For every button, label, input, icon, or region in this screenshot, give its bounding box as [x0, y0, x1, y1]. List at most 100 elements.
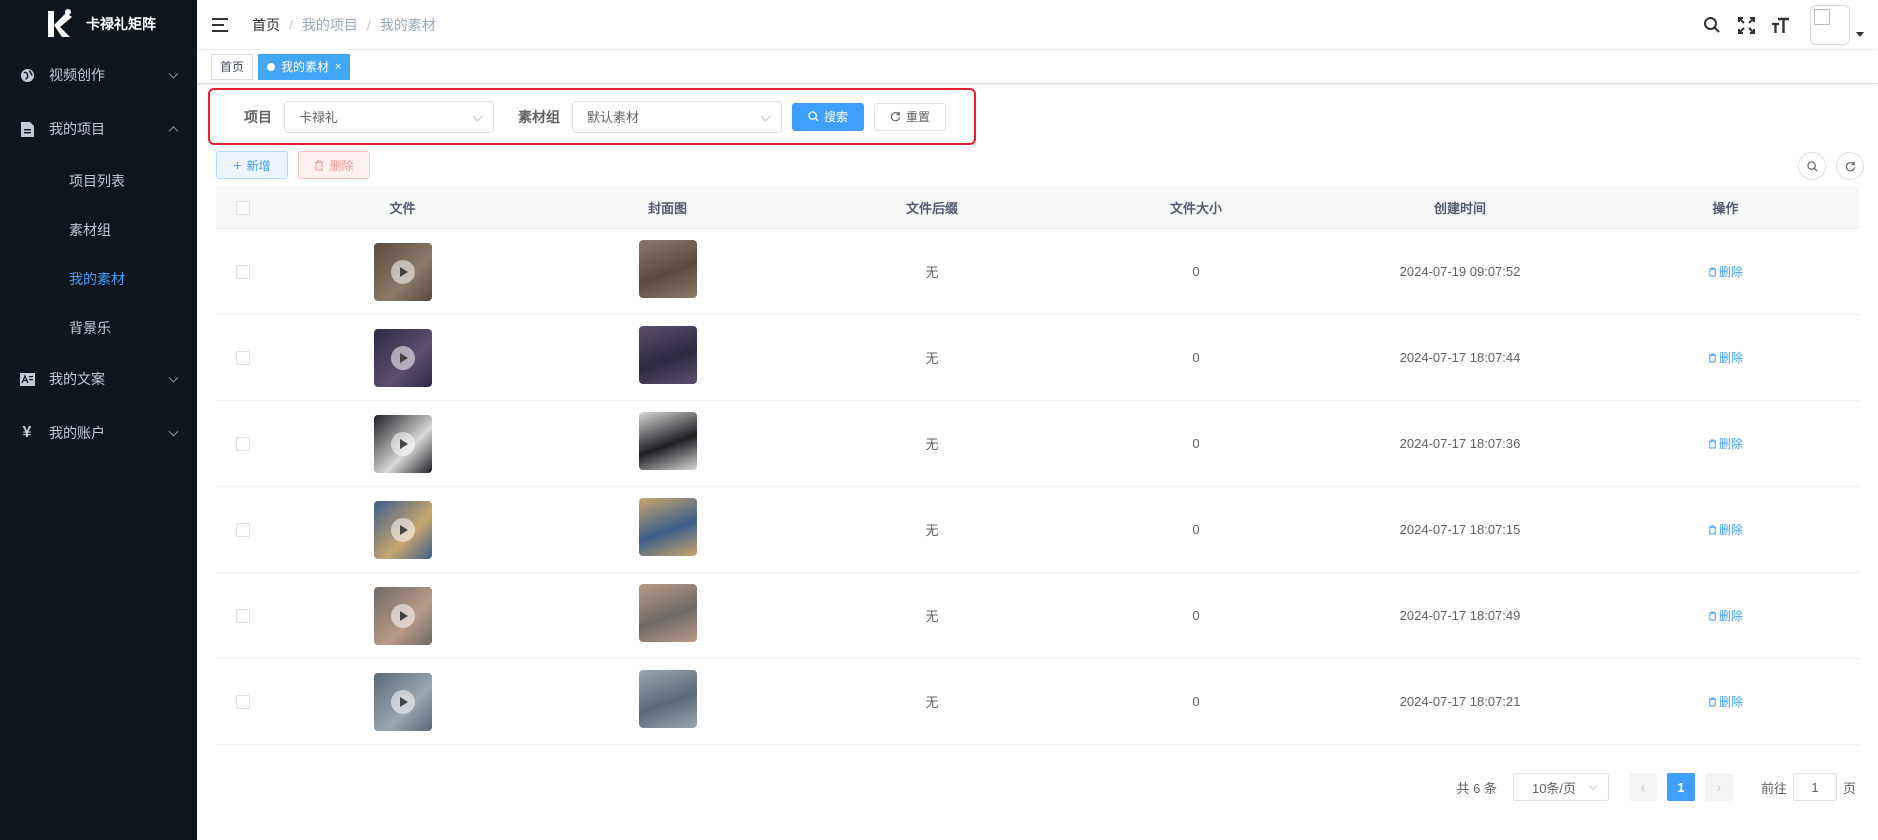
row-delete-button[interactable]: 删除: [1708, 263, 1743, 280]
search-icon: [1806, 160, 1818, 172]
play-icon[interactable]: [390, 603, 415, 628]
page-number-1[interactable]: 1: [1666, 773, 1695, 801]
chevron-down-icon: [1588, 781, 1598, 791]
chevron-down-icon: [760, 111, 771, 121]
header-actions: 操作: [1712, 201, 1739, 216]
row-delete-button[interactable]: 删除: [1708, 693, 1743, 710]
row-checkbox[interactable]: [236, 264, 250, 279]
trash-icon: [315, 159, 324, 171]
close-icon[interactable]: ×: [335, 55, 341, 79]
navbar: 首页 / 我的项目 / 我的素材: [197, 0, 1878, 50]
cover-image[interactable]: [638, 583, 697, 642]
video-thumbnail[interactable]: [373, 328, 432, 387]
video-thumbnail[interactable]: [373, 500, 432, 559]
row-delete-button[interactable]: 删除: [1708, 521, 1743, 538]
created-time-cell: 2024-07-17 18:07:44: [1399, 350, 1521, 365]
sidebar-item-my-copy[interactable]: 我的文案: [0, 352, 197, 406]
play-icon[interactable]: [390, 689, 415, 714]
play-icon[interactable]: [390, 517, 415, 542]
delete-button[interactable]: 删除: [298, 151, 370, 179]
table-row: 无 0 2024-07-17 18:07:36 删除: [216, 401, 1859, 487]
search-button-label: 搜索: [823, 110, 848, 124]
cover-image[interactable]: [638, 669, 697, 728]
cover-image[interactable]: [638, 325, 697, 384]
search-icon[interactable]: [1702, 15, 1722, 35]
table-row: 无 0 2024-07-17 18:07:21 删除: [216, 659, 1859, 745]
ext-cell: 无: [925, 695, 939, 710]
created-time-cell: 2024-07-17 18:07:15: [1399, 522, 1521, 537]
sidebar-item-video-create[interactable]: 视频创作: [0, 48, 197, 102]
size-cell: 0: [1192, 694, 1200, 709]
cover-image[interactable]: [638, 239, 697, 298]
fullscreen-icon[interactable]: [1736, 15, 1756, 35]
project-select[interactable]: 卡禄礼: [284, 100, 494, 133]
hamburger-icon[interactable]: [212, 15, 232, 35]
next-page-button[interactable]: ›: [1704, 773, 1733, 801]
reset-button-label: 重置: [905, 110, 930, 124]
prev-page-button[interactable]: ‹: [1628, 773, 1657, 801]
row-checkbox[interactable]: [236, 436, 250, 451]
breadcrumb-home[interactable]: 首页: [252, 15, 280, 35]
tag-home[interactable]: 首页: [211, 53, 254, 80]
search-icon: [808, 111, 819, 122]
row-checkbox[interactable]: [236, 694, 250, 709]
reset-button[interactable]: 重置: [874, 102, 946, 131]
row-select-cell: [216, 315, 270, 400]
avatar[interactable]: [1810, 5, 1850, 45]
size-cell: 0: [1192, 522, 1200, 537]
sidebar: 卡禄礼矩阵 视频创作 我的项目 项目列表 素材组 我的素材 背景乐 我的文案 ¥…: [0, 0, 197, 840]
tag-my-materials[interactable]: 我的素材 ×: [258, 53, 351, 80]
cover-image[interactable]: [638, 411, 697, 470]
play-icon[interactable]: [390, 431, 415, 456]
chevron-up-icon: [168, 126, 179, 137]
sidebar-subitem-my-materials[interactable]: 我的素材: [0, 254, 197, 303]
sidebar-subitem-bgm[interactable]: 背景乐: [0, 303, 197, 352]
refresh-icon: [1845, 161, 1855, 171]
size-cell: 0: [1192, 350, 1200, 365]
material-group-select[interactable]: 默认素材: [572, 100, 782, 133]
row-checkbox[interactable]: [236, 350, 250, 365]
actions-cell: 删除: [1592, 401, 1859, 486]
actions-cell: 删除: [1592, 229, 1859, 314]
refresh-button[interactable]: [1836, 152, 1864, 180]
video-thumbnail[interactable]: [373, 242, 432, 301]
goto-page: 前往 页: [1761, 773, 1856, 801]
goto-page-input[interactable]: [1792, 773, 1837, 801]
cover-cell: [535, 229, 800, 314]
font-size-icon[interactable]: [1770, 15, 1790, 35]
video-thumbnail[interactable]: [373, 672, 432, 731]
sidebar-item-my-account[interactable]: ¥ 我的账户: [0, 406, 197, 460]
ext-cell: 无: [925, 609, 939, 624]
cover-image[interactable]: [638, 497, 697, 556]
page-size-select[interactable]: 10条/页: [1512, 773, 1609, 801]
chevron-down-icon: [472, 111, 483, 121]
caret-down-icon[interactable]: [1856, 31, 1864, 37]
play-icon[interactable]: [390, 345, 415, 370]
file-cell: [270, 573, 535, 658]
sidebar-subitem-material-group[interactable]: 素材组: [0, 205, 197, 254]
row-delete-button[interactable]: 删除: [1708, 349, 1743, 366]
actions-cell: 删除: [1592, 573, 1859, 658]
row-checkbox[interactable]: [236, 522, 250, 537]
logo[interactable]: 卡禄礼矩阵: [0, 0, 197, 48]
video-thumbnail[interactable]: [373, 414, 432, 473]
materials-table: 文件 封面图 文件后缀 文件大小 创建时间 操作 无 0 2024-07-19 09…: [216, 187, 1859, 745]
chevron-down-icon: [168, 426, 179, 437]
page-size-value: 10条/页: [1531, 780, 1577, 796]
search-button[interactable]: 搜索: [792, 102, 864, 131]
app-root: 卡禄礼矩阵 视频创作 我的项目 项目列表 素材组 我的素材 背景乐 我的文案 ¥…: [0, 0, 1878, 840]
pagination: 共 6 条 10条/页 ‹ 1 › 前往 页: [1457, 773, 1856, 801]
add-button[interactable]: + 新增: [216, 151, 288, 179]
play-icon[interactable]: [390, 259, 415, 284]
toggle-search-button[interactable]: [1798, 152, 1826, 180]
row-delete-button[interactable]: 删除: [1708, 435, 1743, 452]
select-all-checkbox[interactable]: [236, 200, 250, 215]
row-delete-button[interactable]: 删除: [1708, 607, 1743, 624]
video-thumbnail[interactable]: [373, 586, 432, 645]
sidebar-item-my-projects[interactable]: 我的项目: [0, 102, 197, 156]
sidebar-item-label: 视频创作: [49, 67, 105, 83]
actions-cell: 删除: [1592, 315, 1859, 400]
sidebar-subitem-project-list[interactable]: 项目列表: [0, 156, 197, 205]
cover-cell: [535, 573, 800, 658]
row-checkbox[interactable]: [236, 608, 250, 623]
